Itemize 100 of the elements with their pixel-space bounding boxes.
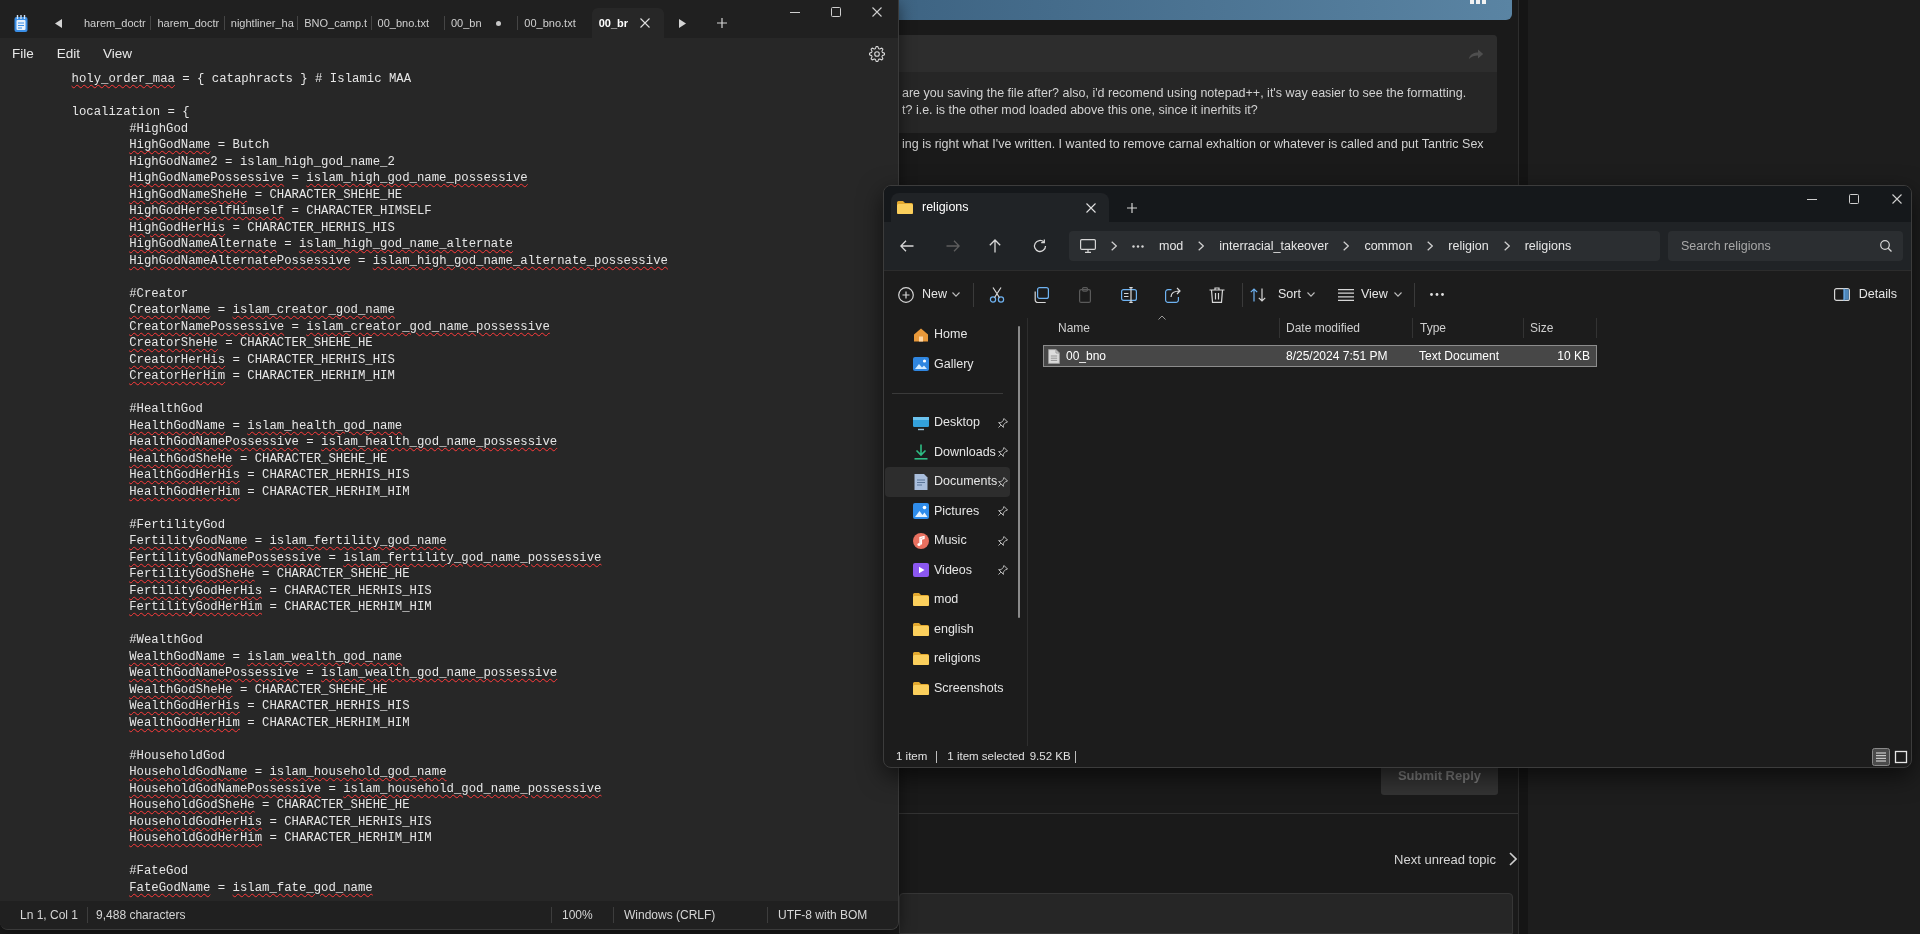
tab[interactable]: nightliner_ha (224, 8, 298, 38)
code-line: FertilityGodNamePossessive = islam_fertility_god_name_possessive (129, 549, 602, 567)
breadcrumb[interactable]: interracial_takeover (1219, 238, 1329, 254)
tab[interactable]: BNO_camp.t (298, 8, 371, 38)
code-line: FateGodName = islam_fate_god_name (129, 879, 373, 897)
plus-circle-icon (898, 286, 914, 303)
tab[interactable]: 00_br (591, 8, 665, 38)
breadcrumb[interactable]: common (1364, 238, 1413, 254)
rename-icon[interactable] (1121, 286, 1137, 303)
selection-size: 9.52 KB (1029, 748, 1071, 764)
minimize-icon[interactable] (790, 11, 800, 13)
address-bar[interactable]: mod interracial_takeover common religion religions (1069, 231, 1660, 261)
folder-icon (913, 593, 929, 607)
chevron-icon[interactable] (1343, 241, 1350, 251)
home-icon (913, 326, 929, 343)
sidebar-item[interactable]: mod (885, 585, 1010, 615)
close-icon[interactable] (640, 18, 651, 28)
tab[interactable]: 00_bno.txt (371, 8, 444, 38)
dots-icon[interactable] (1470, 0, 1486, 5)
file-row[interactable]: 00_bno 8/25/2024 7:51 PM Text Document 10 KB (1043, 345, 1597, 367)
column-header[interactable]: Type (1420, 319, 1446, 337)
scissors-icon[interactable] (989, 286, 1005, 303)
code-line: #Creator (129, 285, 189, 303)
pin-icon[interactable] (998, 417, 1008, 428)
sidebar-item[interactable]: Music (885, 526, 1010, 556)
code-line: CreatorSheHe = CHARACTER_SHEHE_HE (129, 335, 373, 352)
folder-icon (913, 622, 929, 636)
column-header[interactable]: Name (1058, 319, 1090, 337)
new-button[interactable]: New (898, 285, 960, 304)
sidebar-item[interactable]: Screenshots (885, 673, 1010, 703)
menu-item[interactable]: File (12, 45, 34, 63)
share-icon[interactable] (1165, 286, 1181, 303)
details-view-icon[interactable] (1872, 747, 1890, 766)
window-tab[interactable]: religions (891, 193, 1109, 222)
column-header[interactable]: Date modified (1286, 319, 1361, 337)
menu-item[interactable]: Edit (56, 45, 81, 63)
post-text: t? i.e. is the other mod loaded above this one, since it inerhits it? (902, 101, 1258, 119)
settings-icon[interactable] (869, 46, 885, 62)
sidebar-item[interactable]: Documents (885, 467, 1010, 497)
view-button[interactable]: View (1337, 285, 1402, 304)
code-line: HouseholdGodHerHim = CHARACTER_HERHIM_HIM (129, 830, 432, 847)
sidebar-item[interactable]: Downloads (885, 437, 1010, 467)
selection-count: 1 item selected (947, 748, 1025, 764)
search-field[interactable]: Search religions (1668, 231, 1874, 261)
tab[interactable]: harem_doctr (151, 8, 224, 38)
maximize-icon[interactable] (1849, 194, 1859, 204)
pin-icon[interactable] (998, 535, 1008, 546)
chevron-icon[interactable] (1111, 241, 1117, 251)
close-icon[interactable] (1892, 194, 1902, 204)
line-ending: Windows (CRLF) (624, 907, 716, 924)
details-button[interactable]: Details (1833, 285, 1897, 304)
up-icon[interactable] (989, 239, 1001, 253)
sidebar-item[interactable]: religions (885, 644, 1010, 674)
back-icon[interactable] (900, 240, 914, 252)
tab[interactable]: 00_bn (444, 8, 518, 38)
tab[interactable]: 00_bno.txt (518, 8, 591, 38)
sidebar-item[interactable]: Videos (885, 555, 1010, 585)
minimize-icon[interactable] (1807, 198, 1817, 200)
search-icon[interactable] (1874, 231, 1903, 261)
plus-icon[interactable] (717, 18, 728, 28)
sidebar-item[interactable]: Pictures (885, 496, 1010, 526)
maximize-icon[interactable] (831, 7, 841, 17)
code-line: WealthGodSheHe = CHARACTER_SHEHE_HE (129, 681, 388, 699)
pin-icon[interactable] (998, 447, 1008, 458)
sidebar-item[interactable]: english (885, 614, 1010, 644)
tab[interactable]: harem_doctr (78, 8, 151, 38)
sidebar-item[interactable]: Home (885, 320, 1010, 350)
list-lines-icon (1337, 288, 1354, 301)
more-icon[interactable] (1132, 244, 1144, 248)
close-icon[interactable] (872, 7, 882, 17)
pin-icon[interactable] (998, 476, 1008, 487)
scroll-right-icon[interactable] (679, 18, 687, 28)
scrollbar-thumb[interactable] (1018, 326, 1020, 618)
sidebar-item[interactable]: Gallery (885, 349, 1010, 379)
scroll-left-icon[interactable] (55, 18, 62, 28)
trash-icon[interactable] (1209, 286, 1225, 303)
pin-icon[interactable] (998, 506, 1008, 517)
breadcrumb[interactable]: religion (1448, 238, 1489, 254)
code-line: HighGodHerselfHimself = CHARACTER_HIMSELF (129, 203, 432, 220)
chevron-icon[interactable] (1198, 241, 1205, 251)
refresh-icon[interactable] (1033, 239, 1047, 253)
pin-icon[interactable] (998, 565, 1008, 576)
next-topic-link[interactable]: Next unread topic (1394, 850, 1517, 868)
chevron-icon[interactable] (1427, 241, 1434, 251)
sidebar-item[interactable]: Desktop (885, 408, 1010, 438)
chevron-icon[interactable] (1503, 241, 1510, 251)
video-icon (913, 562, 929, 579)
close-icon[interactable] (1086, 202, 1096, 213)
copy-icon[interactable] (1033, 286, 1049, 303)
plus-icon[interactable] (1127, 202, 1137, 213)
breadcrumb[interactable]: religions (1524, 238, 1572, 254)
menu-item[interactable]: View (103, 45, 133, 63)
column-header[interactable]: Size (1530, 319, 1554, 337)
sort-arrows-icon (1250, 287, 1266, 302)
more-icon[interactable] (1429, 293, 1444, 296)
sort-button[interactable]: Sort (1250, 285, 1315, 304)
breadcrumb[interactable]: mod (1159, 238, 1184, 254)
folder-icon (913, 681, 929, 695)
monitor-icon[interactable] (1080, 239, 1096, 253)
code-line: WealthGodName = islam_wealth_god_name (129, 648, 403, 666)
